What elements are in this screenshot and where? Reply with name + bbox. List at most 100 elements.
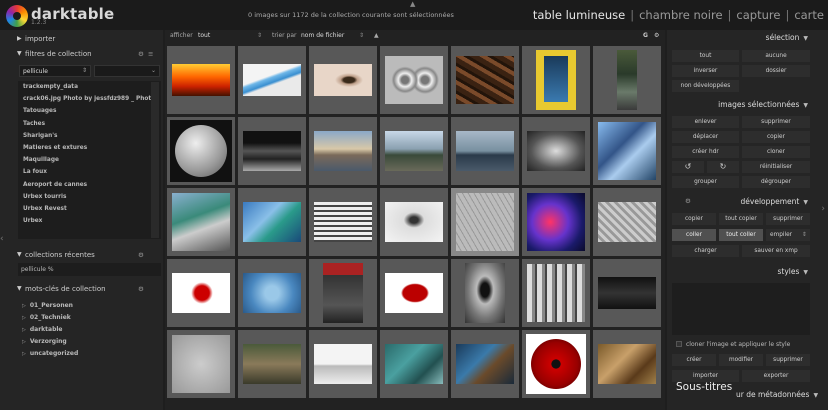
thumbnail[interactable] xyxy=(380,117,448,185)
paste-all-history-button[interactable]: tout coller xyxy=(719,229,763,241)
tag-item[interactable]: ▷ uncategorized xyxy=(22,350,78,357)
move-button[interactable]: déplacer xyxy=(672,131,739,143)
thumbnail[interactable] xyxy=(309,330,377,398)
thumbnail[interactable] xyxy=(380,188,448,256)
thumbnail[interactable] xyxy=(167,330,235,398)
gear-icon[interactable]: ⚙ xyxy=(138,285,144,293)
list-item[interactable]: Aeroport de cannes xyxy=(18,179,161,191)
thumbnail[interactable] xyxy=(309,46,377,114)
thumbnail[interactable] xyxy=(380,259,448,327)
load-sidecar-button[interactable]: charger xyxy=(672,245,739,257)
rotate-right-icon[interactable]: ↻ xyxy=(707,161,739,173)
select-film-roll-button[interactable]: dossier xyxy=(742,65,810,77)
view-map[interactable]: carte xyxy=(794,8,824,22)
reset-button[interactable]: réinitialiser xyxy=(742,161,810,173)
tag-item[interactable]: ▷ Verzorging xyxy=(22,338,67,345)
list-item[interactable]: La foux xyxy=(18,166,161,178)
import-section-header[interactable]: ▶ importer xyxy=(0,32,163,46)
thumbnail[interactable] xyxy=(593,259,661,327)
film-list-scrollbar[interactable] xyxy=(151,82,159,238)
thumbnail[interactable] xyxy=(593,330,661,398)
collapse-right-panel-icon[interactable]: › xyxy=(821,204,825,214)
thumbnail[interactable] xyxy=(522,259,590,327)
export-style-button[interactable]: exporter xyxy=(742,370,810,382)
tag-item[interactable]: ▷ 01_Personen xyxy=(22,302,73,309)
thumbnail[interactable] xyxy=(167,188,235,256)
view-darkroom[interactable]: chambre noire xyxy=(639,8,722,22)
create-style-button[interactable]: créer xyxy=(672,354,716,366)
tag-item[interactable]: ▷ darktable xyxy=(22,326,63,333)
invert-selection-button[interactable]: inverser xyxy=(672,65,739,77)
gear-icon[interactable]: ⚙ xyxy=(685,197,691,205)
thumbnail[interactable] xyxy=(167,259,235,327)
remove-button[interactable]: enlever xyxy=(672,116,739,128)
sort-select[interactable]: nom de fichier xyxy=(301,32,344,39)
clone-style-checkbox-row[interactable]: cloner l'image et appliquer le style xyxy=(676,341,790,348)
list-item[interactable]: Taches xyxy=(18,118,161,130)
filter-property-select[interactable]: pellicule ⇕ xyxy=(19,65,91,77)
delete-style-button[interactable]: supprimer xyxy=(766,354,810,366)
list-item[interactable]: Urbex Revest xyxy=(18,203,161,215)
copy-all-history-button[interactable]: tout copier xyxy=(719,213,763,225)
collapse-left-panel-icon[interactable]: ‹ xyxy=(0,234,4,244)
thumbnail[interactable] xyxy=(238,46,306,114)
thumbnail[interactable] xyxy=(238,330,306,398)
thumbnail[interactable] xyxy=(451,46,519,114)
thumbnail[interactable] xyxy=(522,46,590,114)
ungroup-button[interactable]: dégrouper xyxy=(742,176,810,188)
paste-history-button[interactable]: coller xyxy=(672,229,716,241)
styles-list[interactable] xyxy=(672,283,810,335)
list-item[interactable]: trackempty_data xyxy=(18,81,161,93)
styles-section-header[interactable]: styles ▼ xyxy=(668,267,808,276)
thumbnail[interactable] xyxy=(522,330,590,398)
recent-collection-item[interactable]: pellicule % xyxy=(18,263,161,276)
copy-history-button[interactable]: copier xyxy=(672,213,716,225)
view-lighttable[interactable]: table lumineuse xyxy=(533,8,625,22)
view-tethering[interactable]: capture xyxy=(736,8,780,22)
filter-value-input[interactable]: ⌄ xyxy=(94,65,160,77)
list-item[interactable]: Maquillage xyxy=(18,154,161,166)
grouping-icon[interactable]: G xyxy=(643,32,648,39)
select-all-button[interactable]: tout xyxy=(672,50,739,62)
show-filter-select[interactable]: tout xyxy=(198,32,210,39)
thumbnail[interactable] xyxy=(309,188,377,256)
thumbnail[interactable] xyxy=(451,117,519,185)
thumbnail[interactable] xyxy=(238,117,306,185)
group-button[interactable]: grouper xyxy=(672,176,739,188)
list-item[interactable]: Matieres et extures xyxy=(18,142,161,154)
list-item[interactable]: Urbex tourris xyxy=(18,191,161,203)
thumbnail[interactable] xyxy=(167,117,235,185)
duplicate-button[interactable]: cloner xyxy=(742,146,810,158)
list-item[interactable]: crack06.jpg Photo by jessfdz989 _ Photob xyxy=(18,93,161,105)
tag-item[interactable]: ▷ 02_Techniek xyxy=(22,314,71,321)
gear-icon[interactable]: ⚙ xyxy=(138,50,144,58)
selection-section-header[interactable]: sélection ▼ xyxy=(668,33,808,42)
select-none-button[interactable]: aucune xyxy=(742,50,810,62)
thumbnail[interactable] xyxy=(451,330,519,398)
list-item[interactable]: Tatouages xyxy=(18,105,161,117)
list-item[interactable]: Urbex xyxy=(18,215,161,227)
metadata-section-header[interactable]: ur de métadonnées ▼ xyxy=(736,390,818,399)
thumbnail[interactable] xyxy=(593,117,661,185)
recent-section-header[interactable]: ▼ collections récentes ⚙ xyxy=(0,248,163,262)
list-item[interactable]: Sharigan's xyxy=(18,130,161,142)
thumbnail[interactable] xyxy=(380,330,448,398)
thumbnail[interactable] xyxy=(167,46,235,114)
copy-button[interactable]: copier xyxy=(742,131,810,143)
thumbnail-hovered[interactable] xyxy=(451,188,519,256)
rotate-left-icon[interactable]: ↺ xyxy=(672,161,704,173)
thumbnail[interactable] xyxy=(522,117,590,185)
preset-icon[interactable]: ≡ xyxy=(148,50,153,58)
paste-mode-select[interactable]: empiler ⇕ xyxy=(766,229,810,241)
thumbnail[interactable] xyxy=(238,259,306,327)
filters-section-header[interactable]: ▼ filtres de collection ⚙ ≡ xyxy=(0,47,163,61)
thumbnail[interactable] xyxy=(238,188,306,256)
edit-style-button[interactable]: modifier xyxy=(719,354,763,366)
delete-button[interactable]: supprimer xyxy=(742,116,810,128)
collapse-top-panel-icon[interactable]: ▲ xyxy=(410,0,415,8)
selected-images-section-header[interactable]: images sélectionnées ▼ xyxy=(668,100,808,109)
thumbnail[interactable] xyxy=(593,46,661,114)
gear-icon[interactable]: ⚙ xyxy=(654,32,659,39)
create-hdr-button[interactable]: créer hdr xyxy=(672,146,739,158)
sort-direction-icon[interactable]: ▲ xyxy=(374,32,379,39)
